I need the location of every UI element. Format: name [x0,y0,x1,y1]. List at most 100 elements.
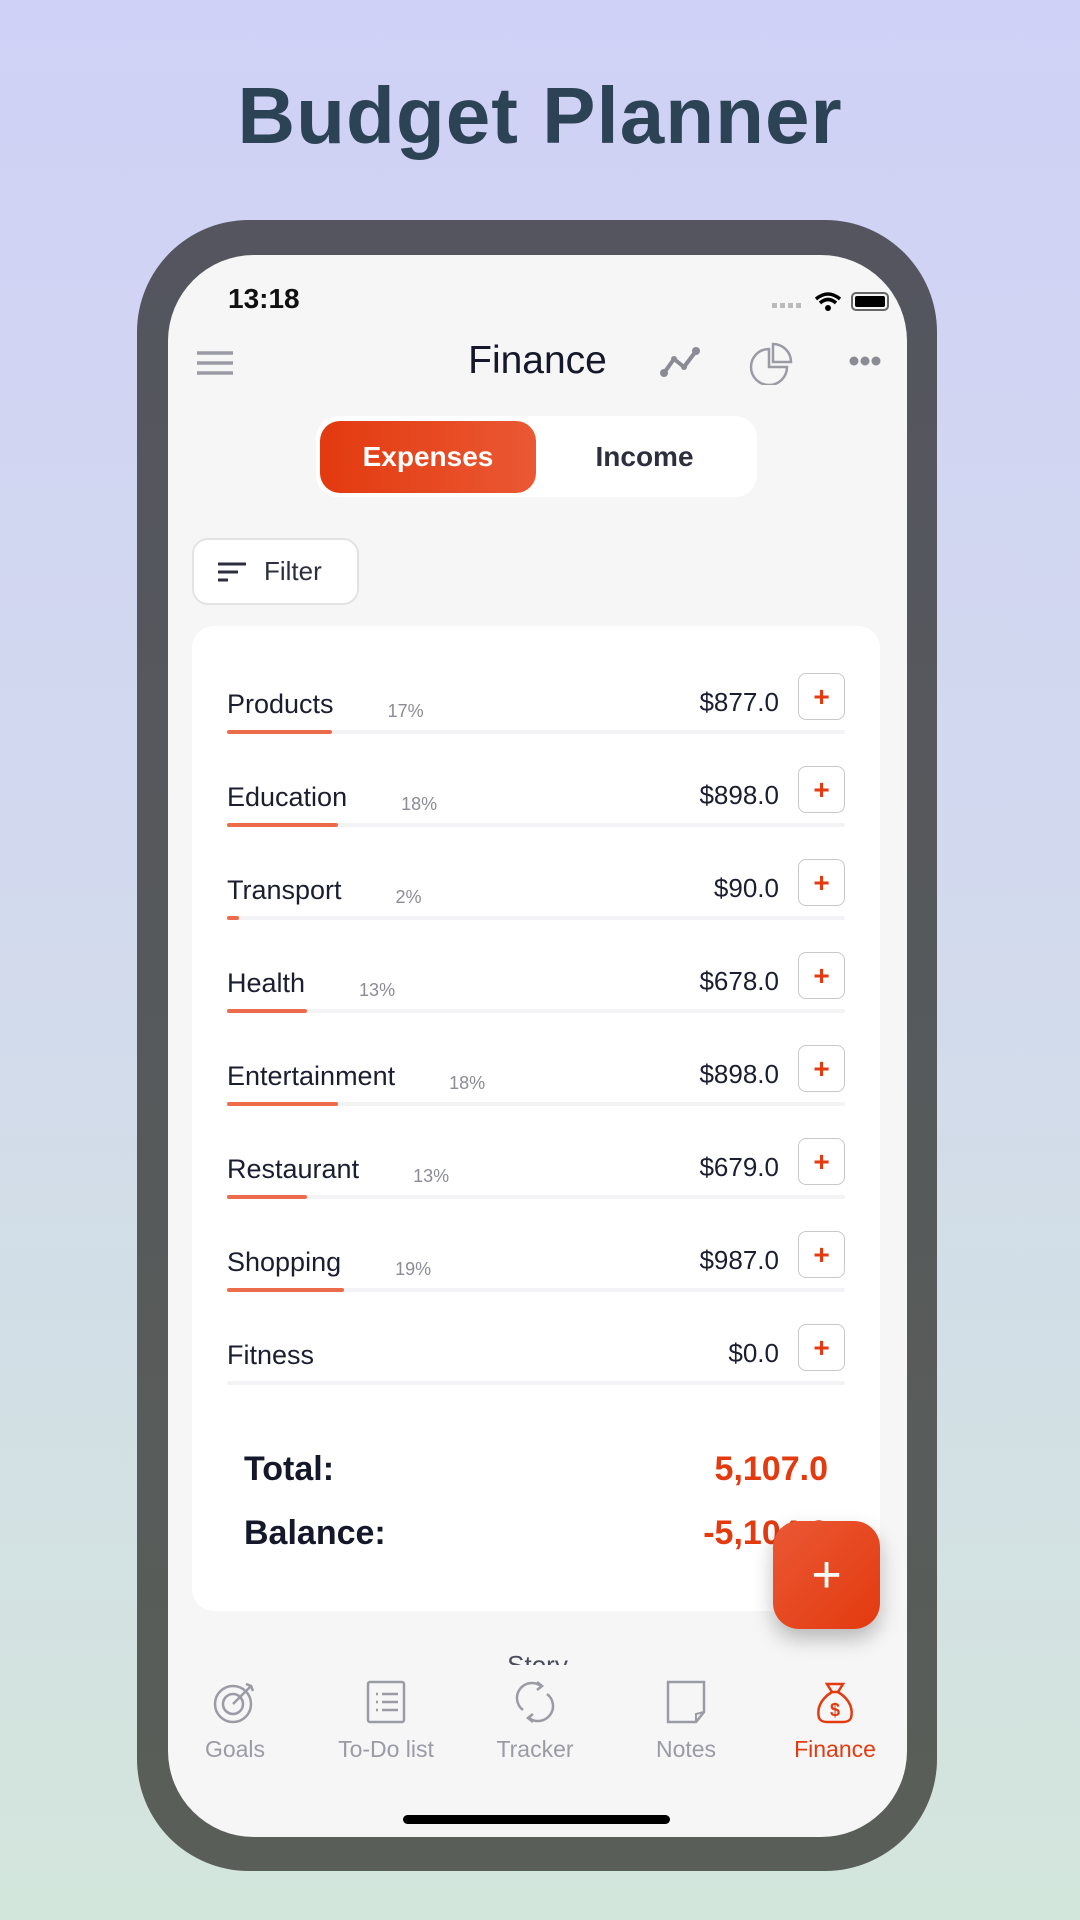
filter-label: Filter [264,556,322,586]
category-label: Restaurant [227,1154,360,1184]
add-expense-button[interactable]: + [798,673,845,720]
tab-label: Finance [794,1736,876,1762]
category-name: Transport 2% [227,875,422,908]
category-name: Products 17% [227,689,424,722]
progress-fill [227,916,240,920]
category-amount: $90.0 [713,873,779,903]
category-row[interactable]: Health 13% $678.0 + [227,952,845,1045]
category-row[interactable]: Fitness $0.0 + [227,1324,845,1417]
tab-label: Goals [204,1736,266,1762]
progress-track [227,1288,845,1292]
progress-fill [227,1009,308,1013]
story-label[interactable]: Story [168,1647,907,1665]
add-expense-button[interactable]: + [798,1138,845,1185]
more-icon[interactable] [849,356,881,366]
svg-text:$: $ [830,1700,840,1720]
progress-fill [227,823,339,827]
category-amount: $898.0 [699,780,779,810]
category-label: Entertainment [227,1061,396,1091]
category-label: Health [227,968,306,998]
total-label: Total: [244,1450,335,1488]
add-expense-button[interactable]: + [798,766,845,813]
promo-title: Budget Planner [237,71,843,160]
category-name: Restaurant 13% [227,1154,449,1187]
category-name: Shopping 19% [227,1247,431,1280]
home-indicator[interactable] [403,1815,670,1824]
category-row[interactable]: Entertainment 18% $898.0 + [227,1045,845,1138]
add-fab-button[interactable]: + [773,1521,880,1629]
tab-finance[interactable]: $ Finance [760,1680,907,1763]
progress-track [227,1009,845,1013]
category-percent: 19% [395,1259,432,1279]
refresh-icon [515,1681,555,1723]
add-expense-button[interactable]: + [798,952,845,999]
status-time: 13:18 [228,283,300,314]
app-screen: 13:18 Finance Expenses Income Filter Pro… [168,255,907,1837]
tab-notes[interactable]: Notes [611,1680,761,1763]
category-amount: $987.0 [699,1245,779,1275]
pie-chart-icon[interactable] [749,341,793,385]
category-label: Products [227,689,334,719]
category-percent: 18% [449,1073,486,1093]
category-row[interactable]: Shopping 19% $987.0 + [227,1231,845,1324]
tab-income[interactable]: Income [536,421,753,493]
tab-expenses[interactable]: Expenses [320,421,536,493]
category-label: Education [227,782,348,812]
category-amount: $0.0 [728,1338,779,1368]
target-icon [213,1682,255,1724]
category-name: Entertainment 18% [227,1061,485,1094]
tab-label: Notes [655,1736,717,1762]
tab-tracker[interactable]: Tracker [460,1680,610,1763]
add-expense-button[interactable]: + [798,1231,845,1278]
category-amount: $679.0 [699,1152,779,1182]
category-percent: 17% [387,701,424,721]
segmented-control: Expenses Income [316,416,757,497]
tab-label: Tracker [496,1736,574,1762]
tab-label: To-Do list [338,1736,434,1762]
category-row[interactable]: Education 18% $898.0 + [227,766,845,859]
progress-fill [227,1195,308,1199]
status-icons [772,292,889,311]
signal-icon [772,303,801,308]
category-label: Transport [227,875,342,905]
category-name: Health 13% [227,968,395,1001]
wifi-icon [814,292,842,305]
filter-button[interactable]: Filter [192,538,359,605]
balance-label: Balance: [244,1514,386,1552]
battery-icon [851,292,889,311]
expense-card: Products 17% $877.0 + Education 18% $898.0… [192,626,880,1611]
category-amount: $678.0 [699,966,779,996]
filter-icon [218,562,246,581]
tab-goals[interactable]: Goals [168,1680,310,1763]
category-amount: $877.0 [699,687,779,717]
progress-fill [227,1102,339,1106]
money-bag-icon: $ [817,1682,853,1724]
progress-track [227,916,845,920]
category-percent: 13% [413,1166,450,1186]
category-label: Fitness [227,1340,315,1370]
total-value: 5,107.0 [714,1450,828,1488]
category-row[interactable]: Products 17% $877.0 + [227,673,845,766]
trend-chart-icon[interactable] [660,347,700,377]
list-icon [366,1680,406,1724]
category-name: Fitness [227,1340,314,1371]
tab-todo[interactable]: To-Do list [311,1680,461,1763]
progress-track [227,1102,845,1106]
add-expense-button[interactable]: + [798,1045,845,1092]
add-expense-button[interactable]: + [798,859,845,906]
category-percent: 18% [401,794,438,814]
category-amount: $898.0 [699,1059,779,1089]
add-expense-button[interactable]: + [798,1324,845,1371]
category-label: Shopping [227,1247,342,1277]
progress-track [227,823,845,827]
category-percent: 13% [359,980,396,1000]
progress-track [227,1195,845,1199]
page-title: Finance [468,339,607,382]
note-icon [666,1680,706,1724]
category-percent: 2% [395,887,422,907]
progress-track [227,1381,845,1385]
category-row[interactable]: Transport 2% $90.0 + [227,859,845,952]
category-row[interactable]: Restaurant 13% $679.0 + [227,1138,845,1231]
progress-fill [227,1288,345,1292]
progress-fill [227,730,333,734]
